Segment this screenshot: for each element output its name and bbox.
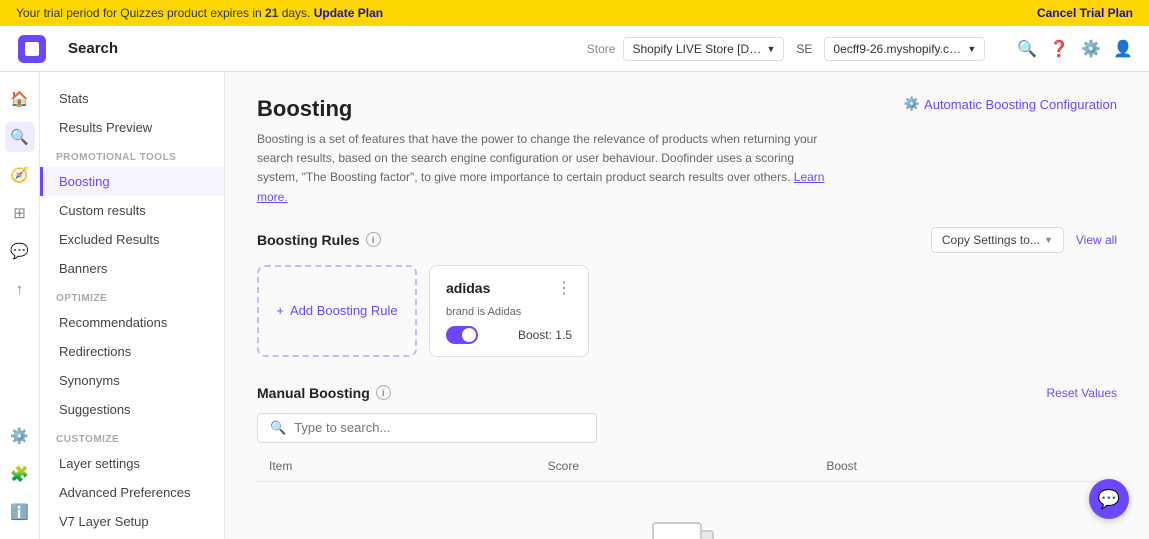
chat-icon[interactable]: 💬 [5,236,35,266]
section-actions: Copy Settings to... ▼ View all [931,227,1117,253]
sidebar: Stats Results Preview PROMOTIONAL TOOLS … [40,72,225,539]
sidebar-item-banners[interactable]: Banners [40,254,224,283]
sidebar-item-stats[interactable]: Stats [40,84,224,113]
manual-header: Manual Boosting i Reset Values [257,385,1117,401]
manual-boosting-label: Manual Boosting [257,385,370,401]
col-boost: Boost [826,459,1105,473]
rule-footer: Boost: 1.5 [446,326,572,344]
sidebar-item-suggestions[interactable]: Suggestions [40,395,224,424]
page-header: Boosting ⚙️ Automatic Boosting Configura… [257,96,1117,122]
compass-icon[interactable]: 🧭 [5,160,35,190]
boost-value: Boost: 1.5 [518,328,572,342]
manual-info-icon[interactable]: i [376,385,391,400]
account-icon[interactable]: 👤 [1113,39,1133,59]
copy-settings-button[interactable]: Copy Settings to... ▼ [931,227,1064,253]
info-rail-icon[interactable]: ℹ️ [5,497,35,527]
trial-text2: days. [278,6,313,20]
sidebar-item-synonyms[interactable]: Synonyms [40,366,224,395]
puzzle-icon[interactable]: 🧩 [5,459,35,489]
empty-state: Search any item to display data [257,482,1117,539]
trial-days: 21 [265,6,278,20]
store-url: 0ecff9-26.myshopify.co... [833,42,963,56]
optimize-section-label: OPTIMIZE [40,283,224,308]
manual-boosting-section: Manual Boosting i Reset Values 🔍 Item Sc… [257,385,1117,539]
store-section: Store Shopify LIVE Store [DO N... ▼ SE 0… [587,37,986,61]
boosting-rules-section-header: Boosting Rules i Copy Settings to... ▼ V… [257,227,1117,253]
sidebar-item-v7-layer-setup[interactable]: V7 Layer Setup [40,507,224,536]
add-boosting-rule-button[interactable]: + Add Boosting Rule [257,265,417,357]
sidebar-item-excluded-results[interactable]: Excluded Results [40,225,224,254]
sidebar-item-custom-results[interactable]: Custom results [40,196,224,225]
col-score: Score [548,459,827,473]
chat-button[interactable]: 💬 [1089,479,1129,519]
info-icon[interactable]: i [366,232,381,247]
home-icon[interactable]: 🏠 [5,84,35,114]
empty-icon [652,522,722,539]
url-dropdown[interactable]: 0ecff9-26.myshopify.co... ▼ [824,37,985,61]
settings-icon[interactable]: ⚙️ [1081,39,1101,59]
auto-boost-link[interactable]: ⚙️ Automatic Boosting Configuration [904,96,1117,112]
grid-icon[interactable]: ⊞ [5,198,35,228]
col-item: Item [269,459,548,473]
search-nav-icon[interactable]: 🔍 [5,122,35,152]
sidebar-item-redirections[interactable]: Redirections [40,337,224,366]
rules-container: + Add Boosting Rule adidas ⋮ brand is Ad… [257,265,1117,357]
auto-boost-label: Automatic Boosting Configuration [924,97,1117,112]
cancel-trial-link[interactable]: Cancel Trial Plan [1037,6,1133,20]
sidebar-item-boosting[interactable]: Boosting [40,167,224,196]
main-content: Boosting ⚙️ Automatic Boosting Configura… [225,72,1149,539]
main-layout: 🏠 🔍 🧭 ⊞ 💬 ↑ ⚙️ 🧩 ℹ️ Stats Results Previe… [0,72,1149,539]
manual-search-box: 🔍 [257,413,597,443]
manual-search-icon: 🔍 [270,420,286,436]
logo [16,33,48,65]
toggle-dot [462,328,476,342]
sidebar-item-advanced-preferences[interactable]: Advanced Preferences [40,478,224,507]
chat-icon: 💬 [1098,489,1120,510]
rule-card-header: adidas ⋮ [446,278,572,298]
sidebar-item-results-preview[interactable]: Results Preview [40,113,224,142]
help-icon[interactable]: ❓ [1049,39,1069,59]
page-title: Boosting [257,96,352,122]
share-icon[interactable]: ↑ [5,274,35,304]
update-plan-link[interactable]: Update Plan [314,6,383,20]
nav-icons: 🔍 ❓ ⚙️ 👤 [1017,39,1133,59]
empty-icon-front [652,522,702,539]
copy-chevron-icon: ▼ [1044,235,1053,245]
settings-rail-icon[interactable]: ⚙️ [5,421,35,451]
reset-values-link[interactable]: Reset Values [1047,386,1117,400]
store-name: Shopify LIVE Store [DO N... [632,42,762,56]
table-header: Item Score Boost [257,451,1117,482]
sidebar-item-recommendations[interactable]: Recommendations [40,308,224,337]
search-icon[interactable]: 🔍 [1017,39,1037,59]
section-title: Boosting Rules i [257,232,381,248]
lang-indicator: SE [796,42,812,56]
trial-text: Your trial period for Quizzes product ex… [16,6,265,20]
copy-settings-label: Copy Settings to... [942,233,1040,247]
page-description: Boosting is a set of features that have … [257,130,837,207]
rule-card: adidas ⋮ brand is Adidas Boost: 1.5 [429,265,589,357]
rule-menu-icon[interactable]: ⋮ [556,278,572,298]
chevron-down-icon2: ▼ [967,44,976,54]
add-icon: + [276,303,284,318]
add-rule-label: Add Boosting Rule [290,303,398,318]
sidebar-item-layer-settings[interactable]: Layer settings [40,449,224,478]
store-dropdown[interactable]: Shopify LIVE Store [DO N... ▼ [623,37,784,61]
rule-brand: adidas [446,280,490,296]
manual-search-input[interactable] [294,420,584,435]
customize-section-label: CUSTOMIZE [40,424,224,449]
manual-section-title: Manual Boosting i [257,385,391,401]
store-label: Store [587,42,616,56]
promo-section-label: PROMOTIONAL TOOLS [40,142,224,167]
trial-banner: Your trial period for Quizzes product ex… [0,0,1149,26]
settings-small-icon: ⚙️ [904,96,920,112]
view-all-link[interactable]: View all [1076,233,1117,247]
rule-toggle[interactable] [446,326,478,344]
chevron-down-icon: ▼ [766,44,775,54]
rule-description: brand is Adidas [446,306,572,318]
icon-rail: 🏠 🔍 🧭 ⊞ 💬 ↑ ⚙️ 🧩 ℹ️ [0,72,40,539]
top-nav: Search Store Shopify LIVE Store [DO N...… [0,26,1149,72]
boosting-rules-label: Boosting Rules [257,232,360,248]
app-title: Search [68,40,118,57]
